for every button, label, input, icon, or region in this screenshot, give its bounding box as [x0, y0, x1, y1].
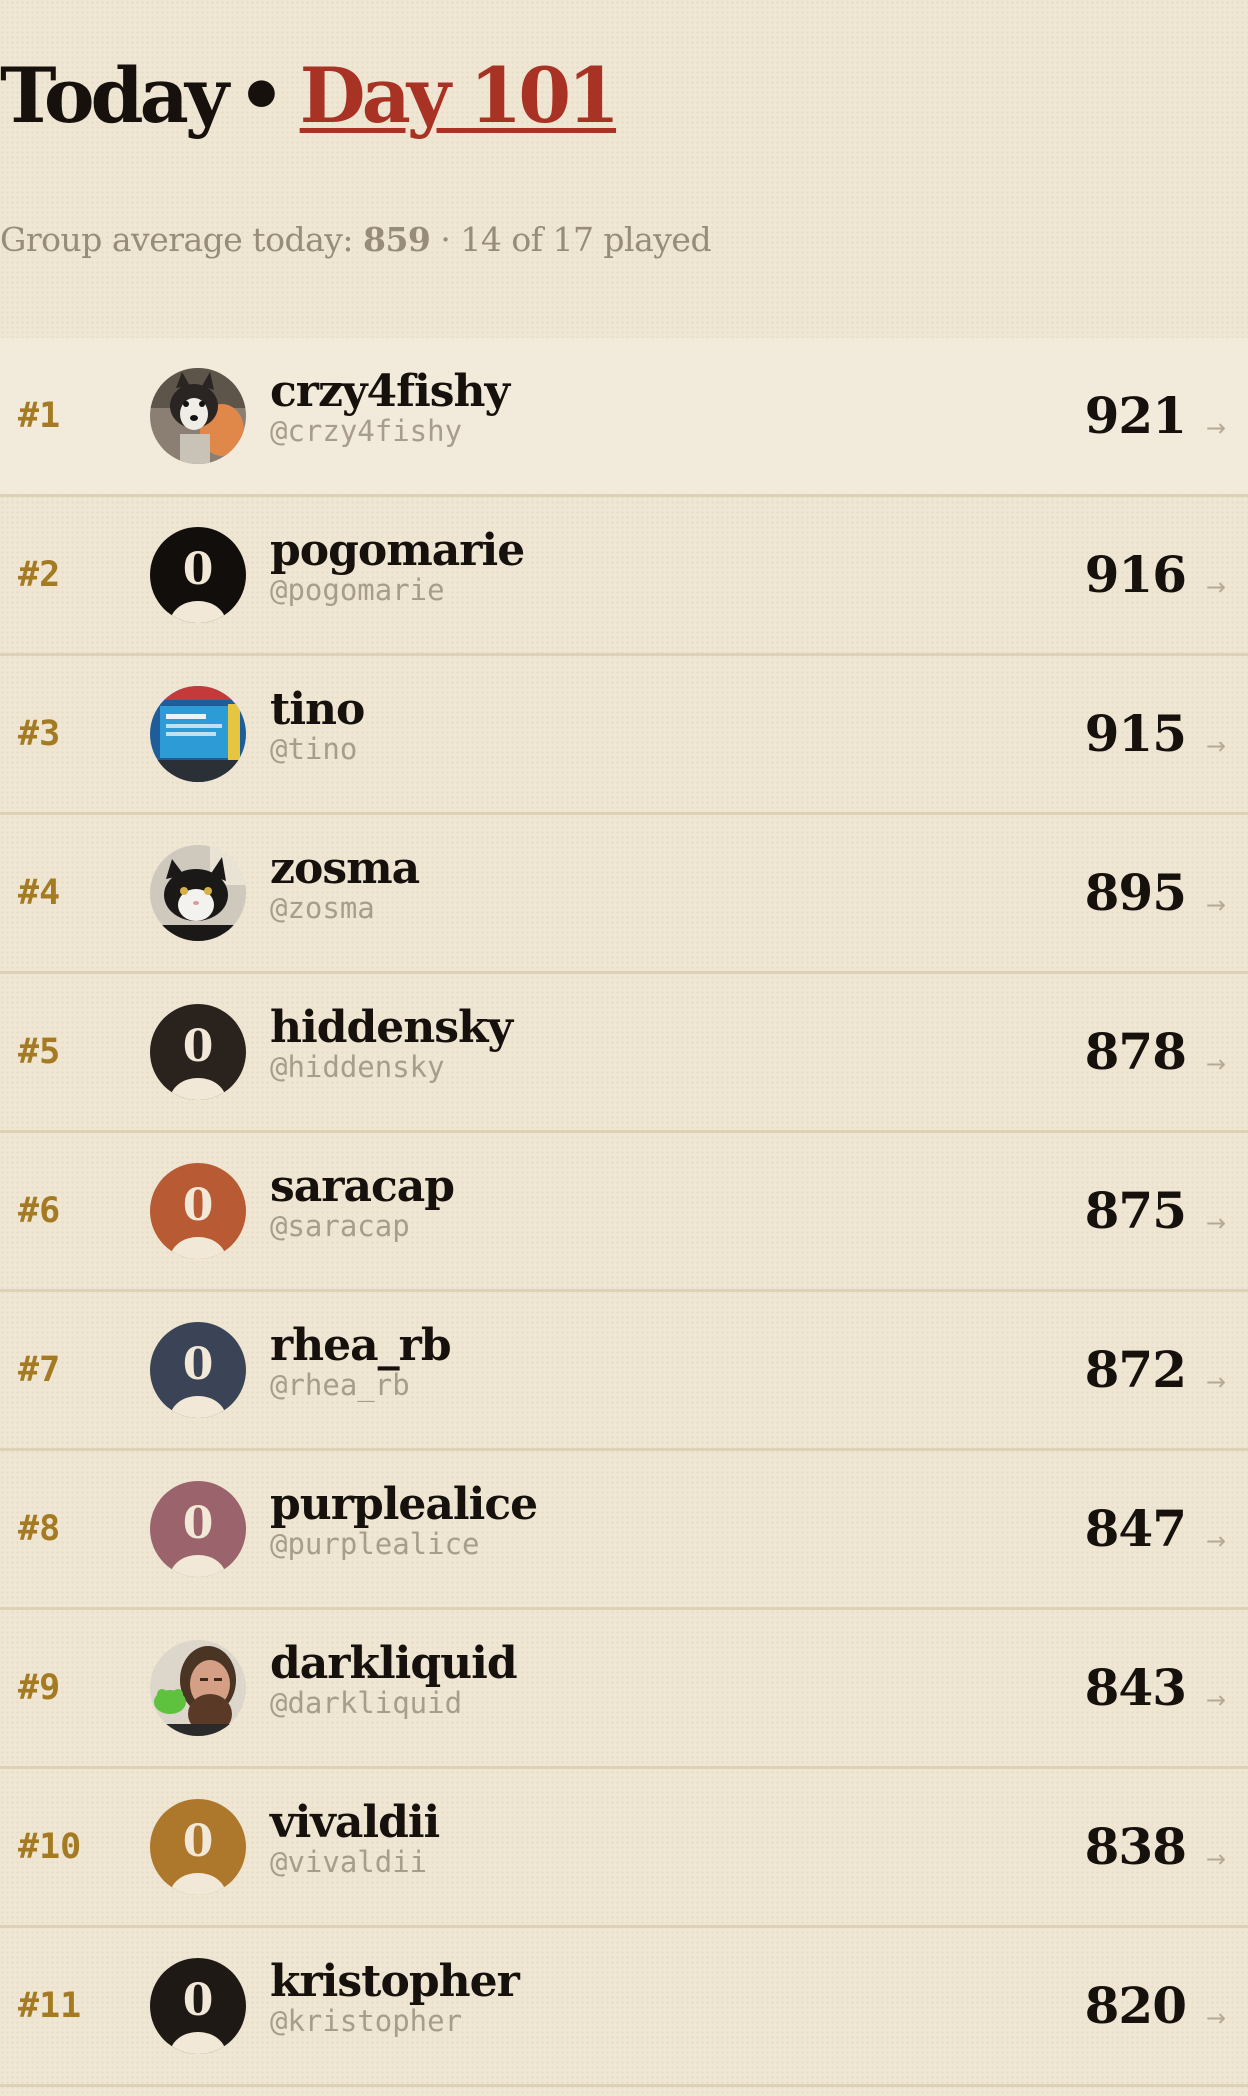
avatar [150, 686, 246, 782]
arrow-right-icon: → [1205, 1845, 1226, 1873]
group-summary: Group average today: 859 · 14 of 17 play… [0, 220, 712, 259]
leaderboard-row[interactable]: #7 0 rhea_rb @rhea_rb 872 → [0, 1292, 1248, 1451]
rank-label: #6 [18, 1191, 61, 1231]
score-value: 838 [1084, 1817, 1187, 1876]
display-name: darkliquid [270, 1638, 518, 1689]
rank-label: #8 [18, 1509, 61, 1549]
user-handle: @zosma [270, 891, 375, 925]
score-value: 875 [1084, 1181, 1187, 1240]
avatar: 0 [150, 1799, 246, 1895]
score-value: 916 [1084, 545, 1187, 604]
rank-label: #10 [18, 1827, 82, 1867]
title-separator: • [237, 50, 286, 140]
arrow-right-icon: → [1205, 1686, 1226, 1714]
avatar: 0 [150, 1004, 246, 1100]
arrow-right-icon: → [1205, 2004, 1226, 2032]
leaderboard-row[interactable]: #11 0 kristopher @kristopher 820 → [0, 1928, 1248, 2087]
svg-text:0: 0 [183, 1021, 214, 1072]
rank-label: #3 [18, 714, 61, 754]
user-handle: @saracap [270, 1209, 410, 1243]
svg-text:0: 0 [183, 1816, 214, 1867]
played-count: 14 of 17 played [460, 220, 712, 259]
svg-text:0: 0 [183, 1498, 214, 1549]
user-handle: @tino [270, 732, 358, 766]
page-header: Today • Day 101 [0, 40, 620, 150]
leaderboard-row[interactable]: #2 0 pogomarie @pogomarie 916 → [0, 497, 1248, 656]
leaderboard-row[interactable]: #9 darkliquid @darkliquid 843 → [0, 1610, 1248, 1769]
avatar [150, 1640, 246, 1736]
arrow-right-icon: → [1205, 1050, 1226, 1078]
summary-separator: · [440, 220, 451, 259]
score-value: 921 [1084, 386, 1187, 445]
arrow-right-icon: → [1205, 1209, 1226, 1237]
rank-label: #5 [18, 1032, 61, 1072]
score-value: 878 [1084, 1022, 1187, 1081]
rank-label: #4 [18, 873, 61, 913]
avatar: 0 [150, 1322, 246, 1418]
leaderboard-row[interactable]: #5 0 hiddensky @hiddensky 878 → [0, 974, 1248, 1133]
leaderboard-row[interactable]: #10 0 vivaldii @vivaldii 838 → [0, 1769, 1248, 1928]
display-name: crzy4fishy [270, 366, 510, 417]
avatar [150, 845, 246, 941]
display-name: vivaldii [270, 1797, 440, 1848]
score-value: 820 [1084, 1976, 1187, 2035]
avatar: 0 [150, 1163, 246, 1259]
score-value: 915 [1084, 704, 1187, 763]
group-average-value: 859 [363, 220, 431, 259]
avatar: 0 [150, 1481, 246, 1577]
page-title-today: Today [0, 50, 229, 140]
svg-text:0: 0 [183, 1180, 214, 1231]
leaderboard-row[interactable]: #8 0 purplealice @purplealice 847 → [0, 1451, 1248, 1610]
display-name: purplealice [270, 1479, 538, 1530]
arrow-right-icon: → [1205, 1368, 1226, 1396]
score-value: 847 [1084, 1499, 1187, 1558]
svg-text:0: 0 [183, 544, 214, 595]
arrow-right-icon: → [1205, 573, 1226, 601]
arrow-right-icon: → [1205, 732, 1226, 760]
avatar [150, 368, 246, 464]
arrow-right-icon: → [1205, 414, 1226, 442]
rank-label: #2 [18, 555, 61, 595]
arrow-right-icon: → [1205, 891, 1226, 919]
user-handle: @kristopher [270, 2004, 463, 2038]
score-value: 895 [1084, 863, 1187, 922]
svg-text:0: 0 [183, 1975, 214, 2026]
arrow-right-icon: → [1205, 1527, 1226, 1555]
user-handle: @hiddensky [270, 1050, 445, 1084]
display-name: rhea_rb [270, 1320, 452, 1371]
display-name: tino [270, 684, 365, 735]
display-name: hiddensky [270, 1002, 513, 1053]
user-handle: @pogomarie [270, 573, 445, 607]
display-name: saracap [270, 1161, 455, 1212]
leaderboard-row[interactable]: #3 tino @tino 915 → [0, 656, 1248, 815]
leaderboard-row[interactable]: #1 crzy4fishy @crzy4fishy 921 → [0, 338, 1248, 497]
rank-label: #7 [18, 1350, 61, 1390]
leaderboard-row[interactable]: #4 zosma @zosma 895 → [0, 815, 1248, 974]
score-value: 843 [1084, 1658, 1187, 1717]
user-handle: @rhea_rb [270, 1368, 410, 1402]
display-name: pogomarie [270, 525, 525, 576]
summary-prefix: Group average today: [0, 220, 354, 259]
day-link[interactable]: Day 101 [300, 51, 620, 140]
display-name: kristopher [270, 1956, 520, 2007]
display-name: zosma [270, 843, 420, 894]
rank-label: #1 [18, 396, 61, 436]
rank-label: #9 [18, 1668, 61, 1708]
rank-label: #11 [18, 1986, 82, 2026]
avatar: 0 [150, 527, 246, 623]
leaderboard-row[interactable]: #6 0 saracap @saracap 875 → [0, 1133, 1248, 1292]
user-handle: @vivaldii [270, 1845, 428, 1879]
score-value: 872 [1084, 1340, 1187, 1399]
user-handle: @crzy4fishy [270, 414, 463, 448]
user-handle: @purplealice [270, 1527, 480, 1561]
leaderboard-list: #1 crzy4fishy @crzy4fishy 921 → #2 0 pogomarie @… [0, 338, 1248, 2087]
user-handle: @darkliquid [270, 1686, 463, 1720]
svg-text:0: 0 [183, 1339, 214, 1390]
